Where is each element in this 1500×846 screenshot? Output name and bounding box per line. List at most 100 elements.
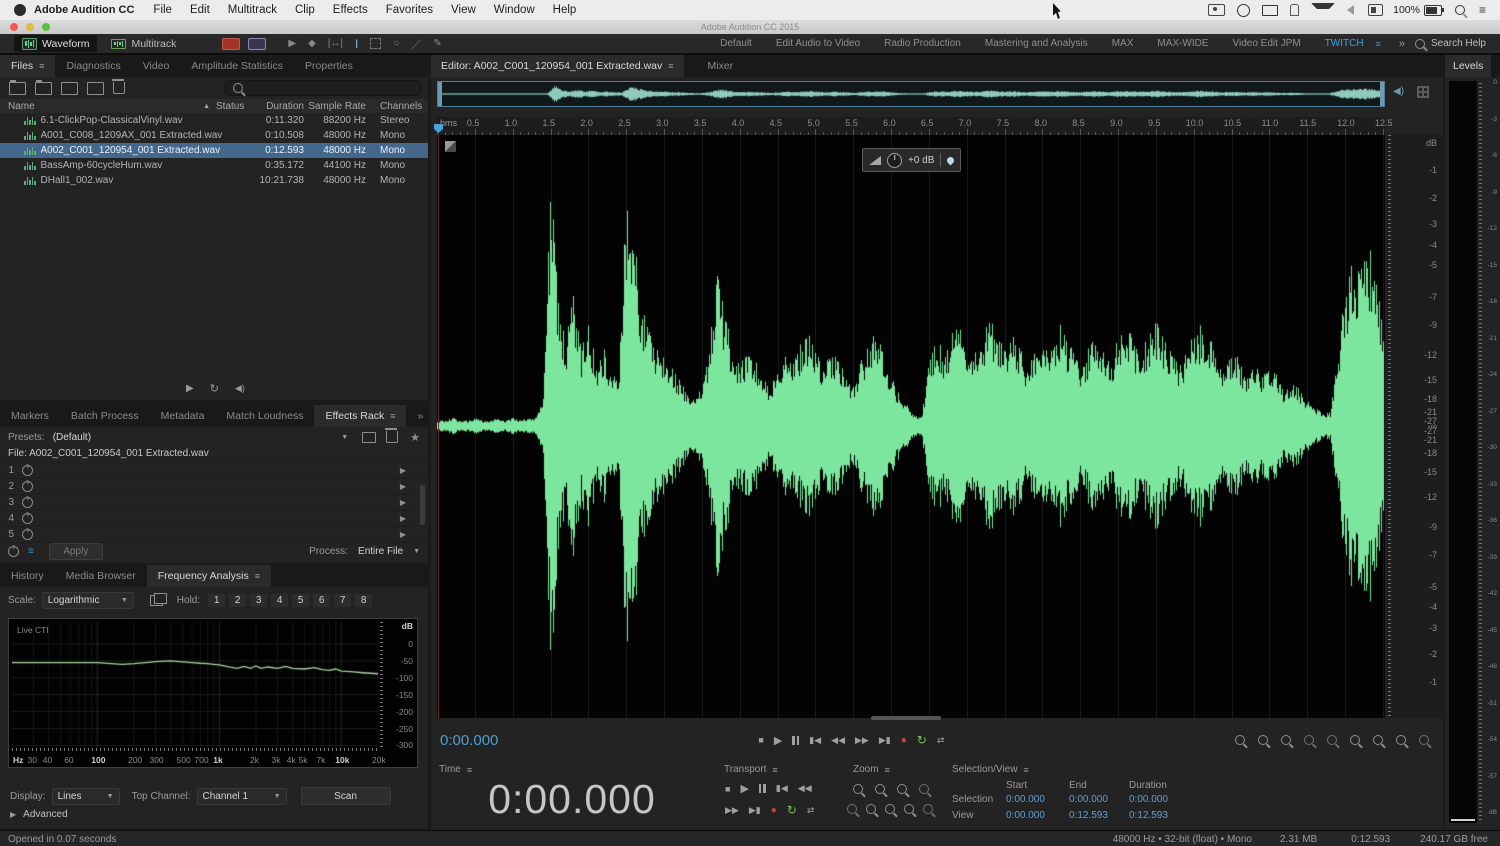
slot-arrow-icon[interactable]: ▶: [400, 498, 406, 507]
process-value[interactable]: Entire File: [358, 546, 403, 557]
workspace-radio-production[interactable]: Radio Production: [884, 38, 961, 49]
overview-range-bar[interactable]: [437, 81, 1385, 107]
zoom-panel-selection-button[interactable]: [904, 804, 914, 814]
zoom-panel-full-button[interactable]: [923, 804, 933, 814]
workspace-twitch[interactable]: TWITCH: [1325, 38, 1364, 49]
zoom-panel-in-point-button[interactable]: [866, 804, 876, 814]
file-row[interactable]: A002_C001_120954_001 Extracted.wav0:12.5…: [0, 143, 428, 158]
slot-power-icon[interactable]: [22, 465, 33, 476]
slot-power-icon[interactable]: [22, 513, 33, 524]
transport-record-button[interactable]: ●: [771, 805, 777, 816]
menu-help[interactable]: Help: [553, 4, 577, 16]
effect-slot[interactable]: 4▶: [0, 511, 428, 527]
slot-arrow-icon[interactable]: ▶: [400, 482, 406, 491]
preview-autoplay-icon[interactable]: ◀): [235, 383, 245, 394]
file-row[interactable]: A001_C008_1209AX_001 Extracted.wav0:10.5…: [0, 128, 428, 143]
editor-grid-icon[interactable]: [1417, 86, 1429, 98]
transport-play-button[interactable]: ▶: [740, 782, 748, 795]
files-search-input[interactable]: [224, 80, 422, 96]
monitor-speaker-icon[interactable]: ◀): [1393, 86, 1404, 97]
menu-file[interactable]: File: [153, 4, 172, 16]
copy-graph-icon[interactable]: [150, 595, 163, 606]
zoom-in-at-in-point-button[interactable]: [1350, 735, 1360, 745]
frequency-panel-menu-icon[interactable]: ≡: [255, 571, 260, 581]
workspace-mastering-and-analysis[interactable]: Mastering and Analysis: [985, 38, 1088, 49]
sort-ascending-icon[interactable]: ▲: [203, 103, 210, 110]
current-time-indicator-line[interactable]: [438, 135, 439, 718]
tab-markers[interactable]: Markers: [0, 405, 60, 427]
zoom-panel-out-time-button[interactable]: [875, 784, 885, 794]
scan-button[interactable]: Scan: [301, 787, 391, 805]
tab-editor[interactable]: Editor: A002_C001_120954_001 Extracted.w…: [431, 55, 684, 77]
preview-loop-icon[interactable]: ↻: [210, 382, 219, 395]
lasso-selection-tool-icon[interactable]: ○: [393, 38, 399, 49]
loop-playback-button[interactable]: ↻: [917, 733, 927, 747]
skip-selection-button[interactable]: ⇄: [937, 735, 945, 746]
import-file-icon[interactable]: [35, 82, 52, 95]
play-button[interactable]: ▶: [774, 734, 782, 747]
hud-gain-value[interactable]: +0 dB: [908, 155, 934, 166]
mic-icon[interactable]: [1290, 4, 1299, 16]
new-file-icon[interactable]: [61, 82, 78, 95]
menu-window[interactable]: Window: [494, 4, 535, 16]
transport-skip-start-button[interactable]: ▮◀: [776, 783, 788, 794]
hold-button-5[interactable]: 5: [292, 594, 309, 607]
file-name[interactable]: 6.1-ClickPop-ClassicalVinyl.wav: [41, 115, 253, 126]
transport-rewind-button[interactable]: ◀◀: [798, 783, 812, 794]
menu-favorites[interactable]: Favorites: [386, 4, 433, 16]
col-sample-rate[interactable]: Sample Rate: [304, 101, 366, 112]
top-channel-dropdown[interactable]: Channel 1▼: [197, 788, 287, 805]
time-display-value[interactable]: 0:00.000: [431, 776, 713, 823]
delete-preset-icon[interactable]: [386, 431, 398, 443]
zoom-out-time-button[interactable]: [1258, 735, 1268, 745]
zoom-out-amplitude-button[interactable]: [1304, 735, 1314, 745]
tab-levels[interactable]: Levels: [1445, 55, 1491, 77]
record-button[interactable]: ●: [901, 735, 907, 746]
zoom-panel-reset-button[interactable]: [847, 804, 857, 814]
hold-button-8[interactable]: 8: [355, 594, 372, 607]
files-panel-menu-icon[interactable]: ≡: [39, 61, 44, 71]
hold-button-7[interactable]: 7: [334, 594, 351, 607]
view-start-value[interactable]: 0:00.000: [1006, 810, 1045, 821]
effect-slot[interactable]: 5▶: [0, 527, 428, 543]
spotlight-icon[interactable]: [1455, 5, 1465, 15]
file-name[interactable]: DHall1_002.wav: [41, 175, 253, 186]
menu-effects[interactable]: Effects: [333, 4, 368, 16]
tab-diagnostics[interactable]: Diagnostics: [55, 55, 131, 77]
time-ruler[interactable]: hms 0.51.01.52.02.53.03.54.04.55.05.56.0…: [437, 117, 1385, 136]
open-file-icon[interactable]: [9, 82, 26, 95]
process-dropdown-icon[interactable]: ▼: [413, 548, 420, 555]
zoom-panel-out-amplitude-button[interactable]: [919, 784, 929, 794]
transport-loop-button[interactable]: ↻: [787, 803, 797, 817]
tab-video[interactable]: Video: [132, 55, 181, 77]
workspace-edit-audio-to-video[interactable]: Edit Audio to Video: [776, 38, 860, 49]
zoom-full-button[interactable]: [1419, 735, 1429, 745]
menubar-app-name[interactable]: Adobe Audition CC: [34, 4, 134, 16]
col-status[interactable]: Status: [216, 101, 252, 112]
waveform-view-button[interactable]: Waveform: [14, 35, 97, 52]
favorite-star-icon[interactable]: ★: [410, 431, 420, 444]
selection-start-value[interactable]: 0:00.000: [1006, 794, 1045, 805]
workspace-video-edit-jpm[interactable]: Video Edit JPM: [1233, 38, 1301, 49]
level-meter[interactable]: [1449, 81, 1477, 823]
scale-dropdown[interactable]: Logarithmic▼: [42, 592, 134, 609]
search-help-label[interactable]: Search Help: [1431, 38, 1486, 49]
workspace-default[interactable]: Default: [720, 38, 752, 49]
transport-skip-selection-button[interactable]: ⇄: [807, 805, 815, 816]
tab-amplitude-statistics[interactable]: Amplitude Statistics: [180, 55, 294, 77]
file-row[interactable]: BassAmp-60cycleHum.wav0:35.17244100 HzMo…: [0, 158, 428, 173]
file-name[interactable]: BassAmp-60cycleHum.wav: [41, 160, 253, 171]
view-end-value[interactable]: 0:12.593: [1069, 810, 1108, 821]
zoom-panel-in-time-button[interactable]: [853, 784, 863, 794]
hold-button-6[interactable]: 6: [313, 594, 330, 607]
transport-stop-button[interactable]: ■: [725, 784, 730, 794]
zoom-reset-button[interactable]: [1327, 735, 1337, 745]
transport-skip-end-button[interactable]: ▶▮: [749, 805, 761, 816]
zoom-panel-in-amplitude-button[interactable]: [897, 784, 907, 794]
col-name[interactable]: Name: [0, 101, 203, 112]
screen-record-icon[interactable]: [1208, 4, 1225, 16]
wifi-icon[interactable]: [1311, 3, 1335, 17]
col-channels[interactable]: Channels: [366, 101, 428, 112]
slot-arrow-icon[interactable]: ▶: [400, 514, 406, 523]
tab-match-loudness[interactable]: Match Loudness: [215, 405, 314, 427]
